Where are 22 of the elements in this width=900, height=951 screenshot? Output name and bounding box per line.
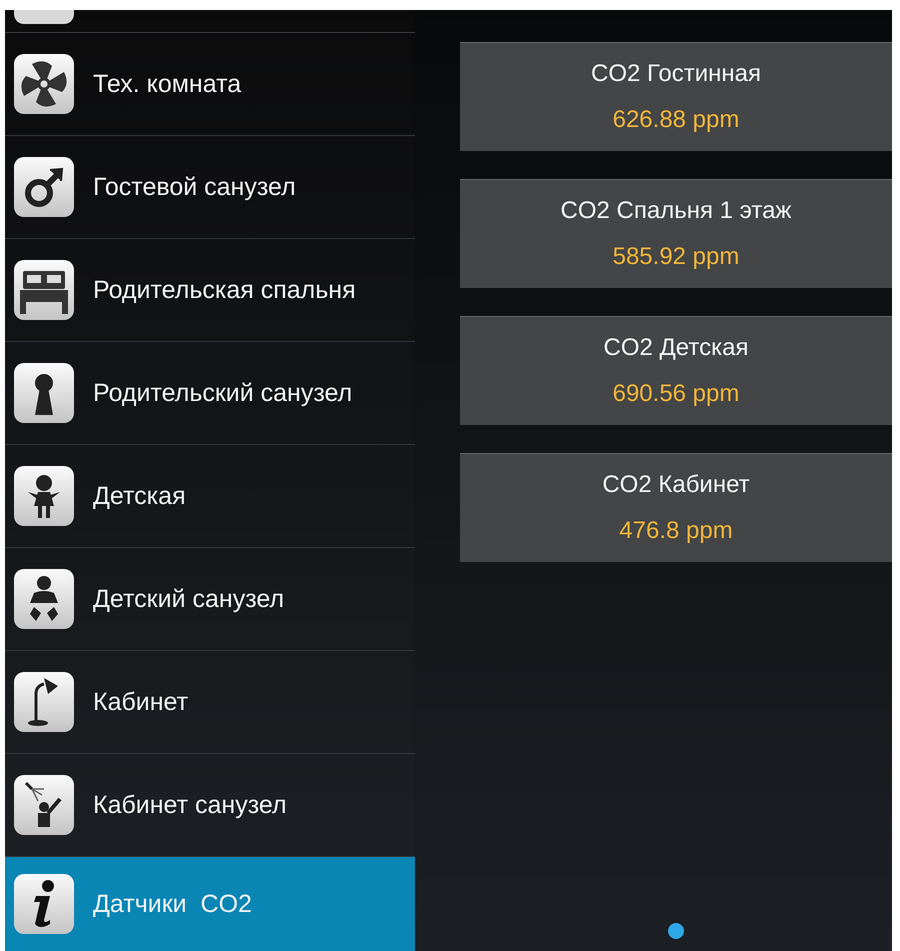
- menu-item[interactable]: Детская: [5, 445, 415, 548]
- menu-item[interactable]: Детский санузел: [5, 548, 415, 651]
- shower-icon: [14, 775, 74, 835]
- menu-item[interactable]: Датчики CO2: [5, 857, 415, 951]
- menu-item[interactable]: Родительский санузел: [5, 342, 415, 445]
- male-symbol-icon: [14, 157, 74, 217]
- sensor-card[interactable]: CO2 Детская 690.56 ppm: [460, 316, 892, 425]
- fan-icon: [14, 54, 74, 114]
- menu-item[interactable]: Гостевой санузел: [5, 136, 415, 239]
- baby-icon: [14, 569, 74, 629]
- menu-item[interactable]: Родительская спальня: [5, 239, 415, 342]
- menu-item[interactable]: Кабинет: [5, 651, 415, 754]
- info-icon: [14, 874, 74, 934]
- bed-icon: [14, 260, 74, 320]
- sensor-card[interactable]: CO2 Гостинная 626.88 ppm: [460, 42, 892, 151]
- sensor-card[interactable]: CO2 Спальня 1 этаж 585.92 ppm: [460, 179, 892, 288]
- tile-icon: [14, 10, 74, 24]
- keyhole-icon: [14, 363, 74, 423]
- desk-lamp-icon: [14, 672, 74, 732]
- child-icon: [14, 466, 74, 526]
- sensor-card[interactable]: CO2 Кабинет 476.8 ppm: [460, 453, 892, 562]
- menu-item[interactable]: Тех. комната: [5, 33, 415, 136]
